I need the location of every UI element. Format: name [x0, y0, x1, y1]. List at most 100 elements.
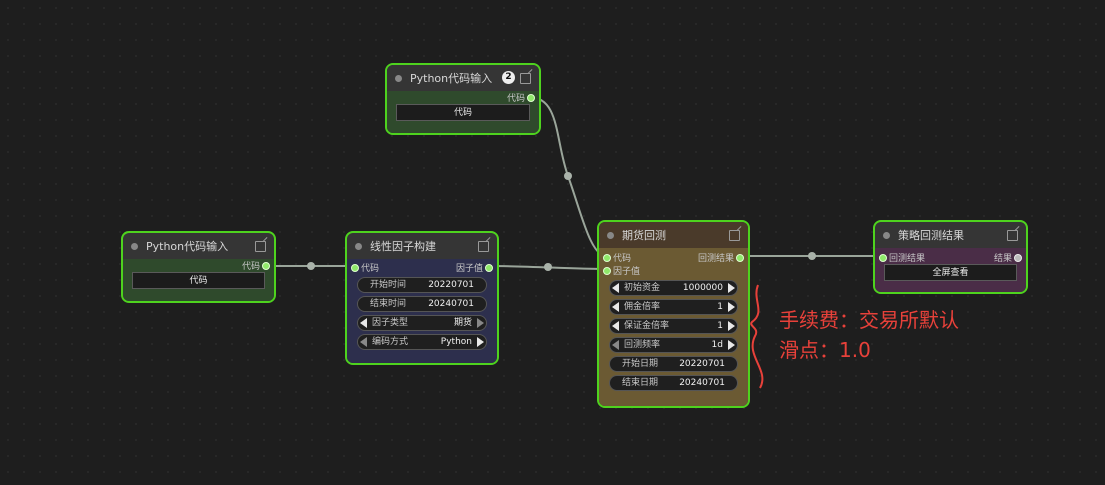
factor-type-select[interactable]: 因子类型 期货	[357, 315, 487, 331]
io-row: 代码 回测结果	[599, 251, 748, 264]
encoding-method-select[interactable]: 编码方式 Python	[357, 334, 487, 350]
commission-multiplier-field[interactable]: 佣金倍率 1	[609, 299, 738, 315]
end-date-field[interactable]: 结束日期 20240701	[609, 375, 738, 391]
field-value: 20240701	[679, 378, 725, 388]
node-title: Python代码输入	[146, 240, 229, 253]
arrow-right-icon[interactable]	[728, 321, 735, 331]
field-label: 初始资金	[624, 283, 661, 293]
field-value: 20220701	[679, 359, 725, 369]
node-title: 期货回测	[622, 229, 666, 242]
arrow-left-icon[interactable]	[612, 321, 619, 331]
arrow-right-icon[interactable]	[728, 340, 735, 350]
fullscreen-view-button[interactable]: 全屏查看	[884, 264, 1017, 281]
code-button[interactable]: 代码	[396, 104, 530, 121]
field-value: Python	[440, 337, 472, 347]
field-value: 1	[717, 302, 723, 312]
start-time-field[interactable]: 开始时间 20220701	[357, 277, 487, 293]
arrow-left-icon[interactable]	[360, 318, 367, 328]
initial-capital-field[interactable]: 初始资金 1000000	[609, 280, 738, 296]
node-strategy-result[interactable]: 策略回测结果 回测结果 结果 全屏查看	[873, 220, 1028, 294]
io-row: 回测结果 结果	[875, 251, 1026, 264]
margin-multiplier-field[interactable]: 保证金倍率 1	[609, 318, 738, 334]
wire-midpoint	[564, 172, 572, 180]
backtest-frequency-select[interactable]: 回测频率 1d	[609, 337, 738, 353]
output-port[interactable]	[527, 94, 535, 102]
node-title: 策略回测结果	[898, 229, 964, 242]
node-futures-backtest[interactable]: 期货回测 代码 回测结果 因子值 初始资金 1000000 佣金倍率 1 保证金	[597, 220, 750, 408]
output-row: 代码	[123, 259, 274, 272]
end-time-field[interactable]: 结束时间 20240701	[357, 296, 487, 312]
arrow-right-icon[interactable]	[477, 318, 484, 328]
node-header[interactable]: Python代码输入 2	[387, 65, 539, 91]
node-header[interactable]: 线性因子构建	[347, 233, 497, 259]
output-port[interactable]	[485, 264, 493, 272]
field-label: 编码方式	[372, 337, 409, 347]
node-header[interactable]: 期货回测	[599, 222, 748, 248]
node-body: 回测结果 结果 全屏查看	[875, 248, 1026, 292]
badge-count: 2	[502, 71, 515, 84]
node-status-dot	[395, 74, 402, 82]
code-button[interactable]: 代码	[132, 272, 265, 289]
edit-icon[interactable]	[1007, 230, 1018, 241]
field-label: 佣金倍率	[624, 302, 661, 312]
field-label: 结束时间	[370, 299, 407, 309]
io-row: 因子值	[599, 264, 748, 277]
arrow-left-icon[interactable]	[612, 283, 619, 293]
output-port[interactable]	[736, 254, 744, 262]
field-value: 1	[717, 321, 723, 331]
edit-icon[interactable]	[520, 73, 531, 84]
edit-icon[interactable]	[255, 241, 266, 252]
output-port[interactable]	[1014, 254, 1022, 262]
annotation-brace	[750, 284, 764, 389]
field-value: 1d	[711, 340, 723, 350]
field-value: 期货	[453, 318, 472, 328]
arrow-right-icon[interactable]	[728, 283, 735, 293]
node-header[interactable]: 策略回测结果	[875, 222, 1026, 248]
input-port[interactable]	[879, 254, 887, 262]
node-body: 代码 回测结果 因子值 初始资金 1000000 佣金倍率 1 保证金倍率 1	[599, 248, 748, 406]
node-body: 代码 代码	[123, 259, 274, 301]
input-port[interactable]	[351, 264, 359, 272]
arrow-left-icon[interactable]	[360, 337, 367, 347]
field-label: 开始时间	[370, 280, 407, 290]
node-header[interactable]: Python代码输入	[123, 233, 274, 259]
field-label: 因子类型	[372, 318, 409, 328]
io-row: 代码 因子值	[347, 261, 497, 274]
field-value: 1000000	[682, 283, 723, 293]
node-status-dot	[607, 231, 614, 239]
field-value: 20220701	[428, 280, 474, 290]
output-label: 代码	[506, 94, 525, 104]
input-port-factor[interactable]	[603, 267, 611, 275]
node-python-code-input-left[interactable]: Python代码输入 代码 代码	[121, 231, 276, 303]
field-label: 结束日期	[622, 378, 659, 388]
output-label: 因子值	[455, 264, 483, 274]
output-label: 结果	[993, 254, 1012, 264]
field-label: 保证金倍率	[624, 321, 670, 331]
output-label: 回测结果	[697, 254, 734, 264]
wire-midpoint	[544, 263, 552, 271]
output-row: 代码	[387, 91, 539, 104]
node-body: 代码 因子值 开始时间 20220701 结束时间 20240701 因子类型 …	[347, 259, 497, 363]
input-port-code[interactable]	[603, 254, 611, 262]
node-title: 线性因子构建	[370, 240, 436, 253]
field-label: 回测频率	[624, 340, 661, 350]
node-status-dot	[355, 242, 362, 250]
node-status-dot	[883, 231, 890, 239]
arrow-left-icon[interactable]	[612, 340, 619, 350]
handwritten-annotation: 手续费：交易所默认 滑点：1.0	[779, 305, 959, 365]
annotation-line-slippage: 滑点：1.0	[779, 338, 871, 362]
arrow-right-icon[interactable]	[728, 302, 735, 312]
field-label: 开始日期	[622, 359, 659, 369]
output-port[interactable]	[262, 262, 270, 270]
output-label: 代码	[241, 262, 260, 272]
start-date-field[interactable]: 开始日期 20220701	[609, 356, 738, 372]
input-label: 代码	[361, 264, 380, 274]
arrow-left-icon[interactable]	[612, 302, 619, 312]
arrow-right-icon[interactable]	[477, 337, 484, 347]
node-python-code-input-top[interactable]: Python代码输入 2 代码 代码	[385, 63, 541, 135]
node-linear-factor[interactable]: 线性因子构建 代码 因子值 开始时间 20220701 结束时间 2024070…	[345, 231, 499, 365]
wire-midpoint	[808, 252, 816, 260]
edit-icon[interactable]	[478, 241, 489, 252]
node-title: Python代码输入	[410, 72, 493, 85]
edit-icon[interactable]	[729, 230, 740, 241]
